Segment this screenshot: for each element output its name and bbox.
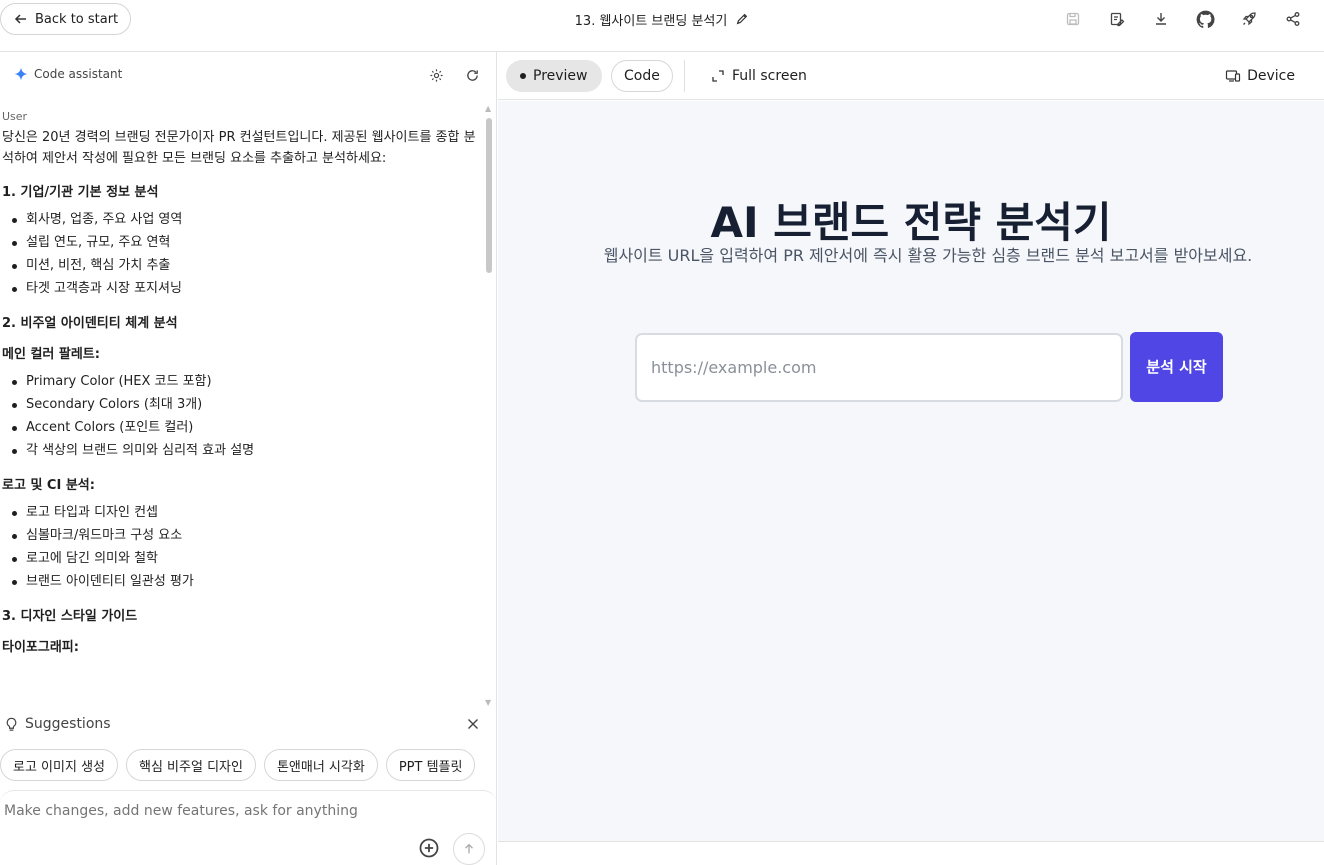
section-heading: 메인 컬러 팔레트: (2, 347, 100, 362)
bullet-list: Primary Color (HEX 코드 포함) Secondary Colo… (2, 370, 482, 462)
bullet-list: 로고 타입과 디자인 컨셉 심볼마크/워드마크 구성 요소 로고에 담긴 의미와… (2, 501, 482, 593)
list-item: Accent Colors (포인트 컬러) (2, 416, 482, 439)
back-button-label: Back to start (35, 11, 119, 27)
chat-scrollbar[interactable]: ▲ ▼ (485, 104, 493, 707)
device-button[interactable]: Device (1225, 60, 1295, 92)
device-label: Device (1247, 68, 1295, 84)
user-message-intro: 당신은 20년 경력의 브랜딩 전문가이자 PR 컨설턴트입니다. 제공된 웹사… (2, 130, 476, 166)
expand-icon (712, 70, 724, 82)
list-item: 브랜드 아이덴티티 일관성 평가 (2, 570, 482, 593)
close-icon[interactable] (465, 716, 481, 732)
suggestion-chip[interactable]: 로고 이미지 생성 (0, 749, 118, 781)
list-item: Primary Color (HEX 코드 포함) (2, 370, 482, 393)
assistant-title-label: Code assistant (34, 67, 123, 81)
refresh-icon[interactable] (461, 64, 483, 86)
start-analysis-button[interactable]: 분석 시작 (1130, 332, 1223, 402)
full-screen-button[interactable]: Full screen (712, 60, 807, 92)
suggestion-chip[interactable]: PPT 템플릿 (385, 749, 476, 781)
list-item: Secondary Colors (최대 3개) (2, 393, 482, 416)
list-item: 회사명, 업종, 주요 사업 영역 (2, 208, 482, 231)
project-title: 13. 웹사이트 브랜딩 분석기 (574, 13, 728, 29)
list-item: 타겟 고객층과 시장 포지셔닝 (2, 277, 482, 300)
scroll-down-arrow-icon[interactable]: ▼ (485, 698, 491, 707)
github-icon[interactable] (1190, 4, 1220, 34)
preview-panel: Preview Code Full screen Device AI 브랜드 전… (498, 52, 1324, 865)
suggestion-chip[interactable]: 핵심 비주얼 디자인 (126, 749, 256, 781)
message-composer (0, 790, 497, 865)
top-actions (1058, 0, 1308, 38)
scrollbar-thumb[interactable] (486, 118, 492, 273)
chat-message-area: User 당신은 20년 경력의 브랜딩 전문가이자 PR 컨설턴트입니다. 제… (0, 110, 482, 695)
bullet-list: 회사명, 업종, 주요 사업 영역 설립 연도, 규모, 주요 연혁 미션, 비… (2, 208, 482, 300)
suggestions-label: Suggestions (25, 716, 111, 732)
code-assistant-panel: Code assistant User 당신은 20년 경력의 브랜딩 전문가이… (0, 52, 497, 865)
assistant-actions (425, 64, 483, 86)
section-heading: 2. 비주얼 아이덴티티 체계 분석 (2, 316, 178, 331)
list-item: 심볼마크/워드마크 구성 요소 (2, 524, 482, 547)
tab-code[interactable]: Code (611, 60, 673, 92)
sparkle-icon (14, 67, 28, 81)
pencil-icon[interactable] (735, 12, 749, 26)
suggestion-chip[interactable]: 톤앤매너 시각화 (263, 749, 378, 781)
arrow-up-icon (465, 843, 473, 854)
page-title: AI 브랜드 전략 분석기 (710, 198, 1112, 247)
section-heading: 로고 및 CI 분석: (2, 478, 95, 493)
prompt-input[interactable] (4, 803, 474, 819)
tab-preview[interactable]: Preview (506, 60, 602, 92)
suggestions-header: Suggestions (0, 712, 497, 738)
tab-preview-label: Preview (533, 68, 588, 84)
list-item: 각 색상의 브랜드 의미와 심리적 효과 설명 (2, 439, 482, 462)
arrow-left-icon (14, 14, 26, 24)
preview-toolbar: Preview Code Full screen Device (498, 52, 1324, 100)
assistant-header: Code assistant (0, 52, 497, 100)
send-button[interactable] (453, 833, 485, 865)
assistant-title: Code assistant (14, 67, 122, 81)
page-subtitle: 웹사이트 URL을 입력하여 PR 제안서에 즉시 활용 가능한 심층 브랜드 … (603, 246, 1253, 265)
preview-bottom-divider (498, 841, 1324, 842)
add-circle-icon[interactable] (418, 837, 440, 859)
download-icon[interactable] (1146, 4, 1176, 34)
scroll-up-arrow-icon[interactable]: ▲ (485, 104, 491, 113)
edit-file-icon[interactable] (1102, 4, 1132, 34)
lightbulb-icon (6, 717, 17, 731)
back-to-start-button[interactable]: Back to start (0, 3, 132, 35)
list-item: 미션, 비전, 핵심 가치 추출 (2, 254, 482, 277)
list-item: 로고 타입과 디자인 컨셉 (2, 501, 482, 524)
url-input[interactable] (635, 333, 1123, 402)
list-item: 로고에 담긴 의미와 철학 (2, 547, 482, 570)
suggestion-chips: 로고 이미지 생성 핵심 비주얼 디자인 톤앤매너 시각화 PPT 템플릿 (0, 749, 497, 783)
suggestions-title: Suggestions (4, 716, 111, 732)
full-screen-label: Full screen (732, 68, 807, 84)
section-heading: 1. 기업/기관 기본 정보 분석 (2, 185, 159, 200)
section-heading: 3. 디자인 스타일 가이드 (2, 609, 138, 624)
settings-gear-icon[interactable] (425, 64, 447, 86)
message-role: User (2, 110, 28, 123)
list-item: 설립 연도, 규모, 주요 연혁 (2, 231, 482, 254)
toolbar-divider (684, 60, 685, 92)
app-preview-canvas: AI 브랜드 전략 분석기 웹사이트 URL을 입력하여 PR 제안서에 즉시 … (498, 101, 1324, 841)
rocket-icon[interactable] (1234, 4, 1264, 34)
save-icon[interactable] (1058, 4, 1088, 34)
share-icon[interactable] (1278, 4, 1308, 34)
section-heading: 타이포그래피: (2, 640, 79, 655)
top-bar: Back to start 13. 웹사이트 브랜딩 분석기 (0, 0, 1324, 52)
active-dot-icon (520, 73, 526, 79)
device-icon (1226, 70, 1241, 82)
